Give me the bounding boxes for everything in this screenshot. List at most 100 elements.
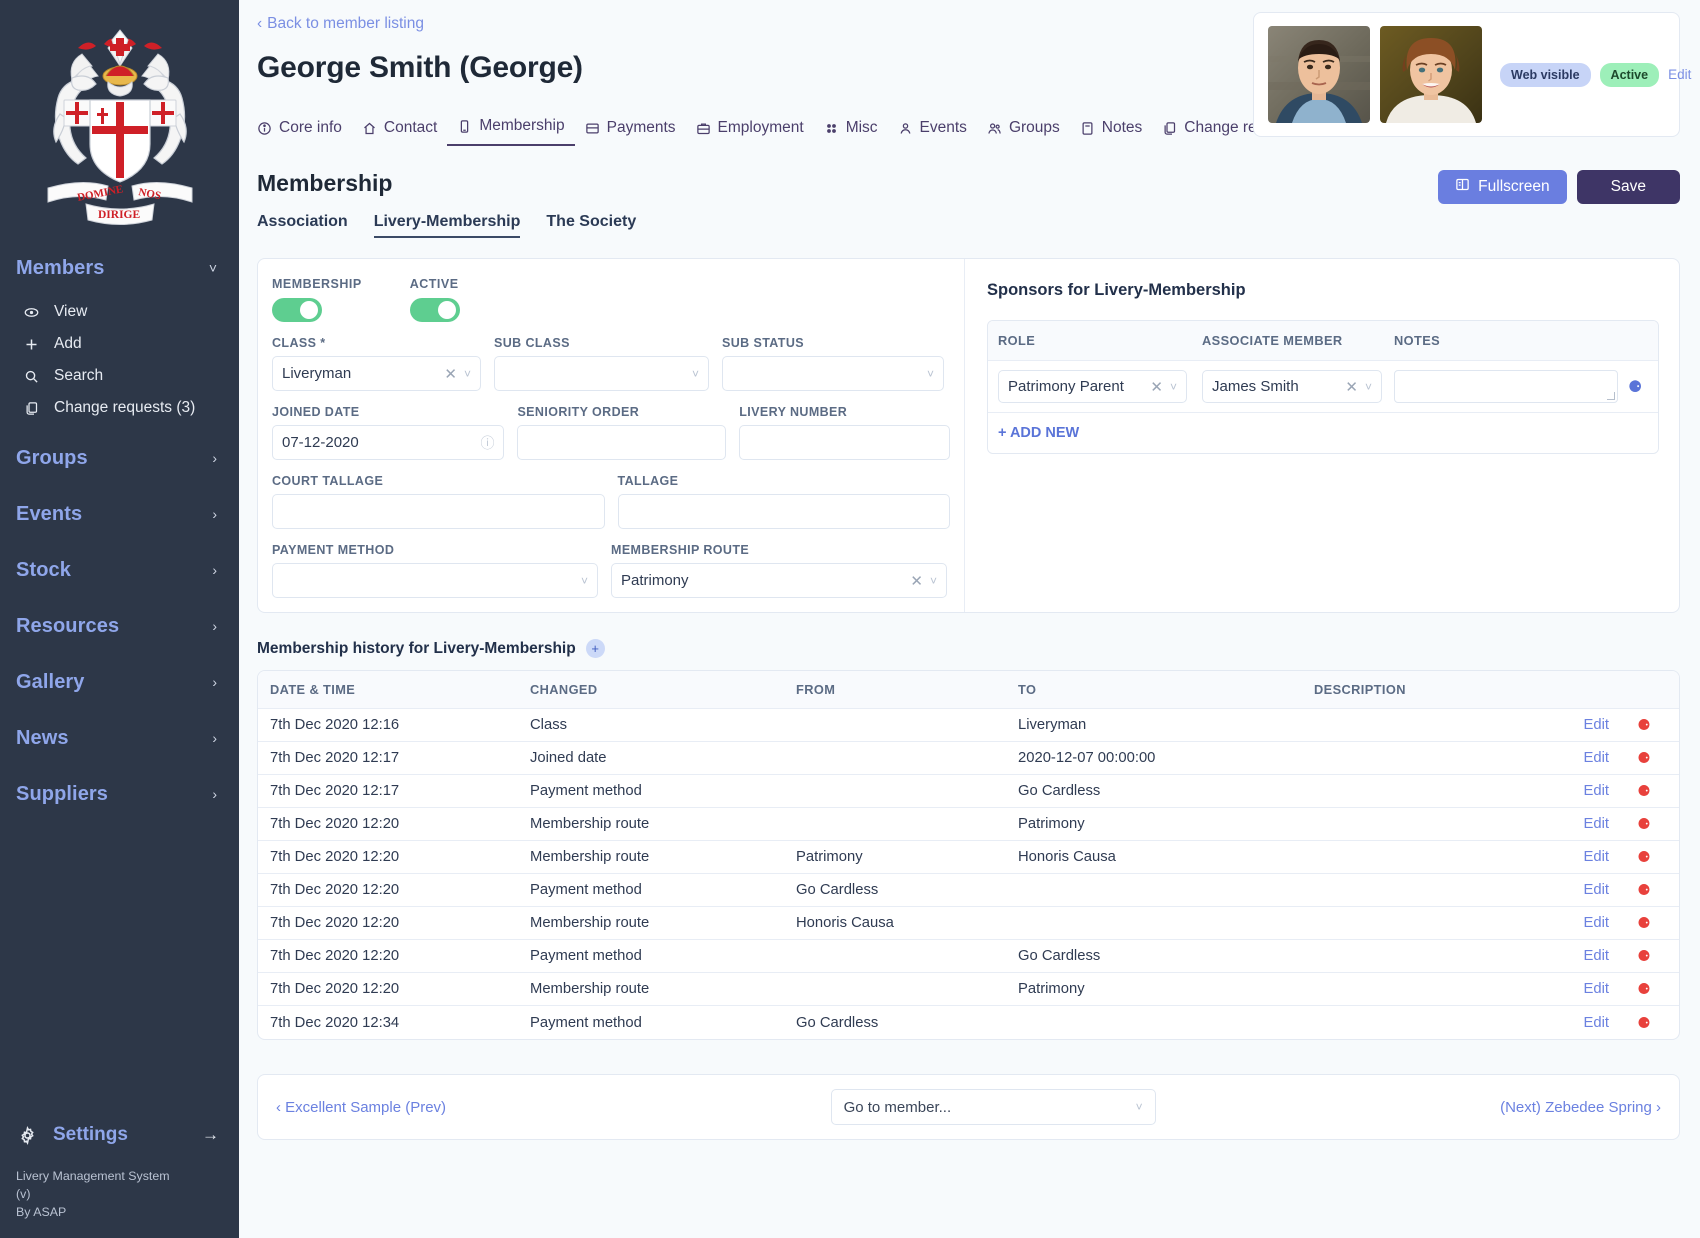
delete-circle-icon[interactable]: ⚈: [1637, 750, 1650, 767]
sponsor-associate-member-select[interactable]: James Smith ✕ ˅: [1202, 370, 1382, 403]
active-toggle[interactable]: [410, 298, 460, 322]
livery-number-input[interactable]: [739, 425, 950, 460]
clear-icon[interactable]: ✕: [910, 572, 923, 590]
delete-circle-icon[interactable]: ⚈: [1637, 882, 1650, 899]
sidebar-item-view[interactable]: View: [0, 296, 239, 328]
add-history-plus-icon[interactable]: +: [586, 639, 605, 658]
row-edit-link[interactable]: Edit: [1513, 849, 1609, 865]
tab-events[interactable]: Events: [888, 113, 977, 146]
prev-member-link[interactable]: ‹ Excellent Sample (Prev): [276, 1099, 446, 1116]
delete-circle-icon[interactable]: ⚈: [1637, 981, 1650, 998]
row-edit-link[interactable]: Edit: [1513, 915, 1609, 931]
cell-date-time: 7th Dec 2020 12:17: [258, 750, 530, 766]
col-changed: CHANGED: [530, 682, 796, 697]
sponsors-table-head: ROLE ASSOCIATE MEMBER NOTES: [988, 321, 1658, 361]
active-toggle-group: ACTIVE: [410, 277, 460, 322]
next-member-link[interactable]: (Next) Zebedee Spring ›: [1500, 1099, 1661, 1116]
tab-contact[interactable]: Contact: [352, 113, 447, 146]
member-photo-primary[interactable]: [1268, 26, 1370, 123]
status-badge-web-visible[interactable]: Web visible: [1500, 63, 1591, 87]
sidebar-group-news[interactable]: News ›: [0, 716, 239, 760]
cell-date-time: 7th Dec 2020 12:20: [258, 948, 530, 964]
membership-route-select[interactable]: Patrimony ✕ ˅: [611, 563, 947, 598]
tab-payments[interactable]: Payments: [575, 113, 686, 146]
cell-date-time: 7th Dec 2020 12:20: [258, 981, 530, 997]
tab-core-info[interactable]: Core info: [257, 113, 352, 146]
sidebar-group-stock[interactable]: Stock ›: [0, 548, 239, 592]
row-edit-link[interactable]: Edit: [1513, 717, 1609, 733]
court-tallage-input[interactable]: [272, 494, 605, 529]
sidebar-group-events[interactable]: Events ›: [0, 492, 239, 536]
row-edit-link[interactable]: Edit: [1513, 882, 1609, 898]
member-photo-secondary[interactable]: [1380, 26, 1482, 123]
clear-icon[interactable]: ✕: [444, 365, 457, 383]
sidebar-group-gallery[interactable]: Gallery ›: [0, 660, 239, 704]
edit-photos-link[interactable]: Edit: [1668, 67, 1691, 82]
go-to-member-select[interactable]: Go to member... ˅: [831, 1089, 1156, 1125]
sidebar-group-members[interactable]: Members ˅: [0, 246, 239, 290]
clear-icon[interactable]: ✕: [1150, 378, 1163, 396]
delete-circle-icon[interactable]: ⚈: [1637, 783, 1650, 800]
sidebar-group-groups[interactable]: Groups ›: [0, 436, 239, 480]
row-edit-link[interactable]: Edit: [1513, 948, 1609, 964]
back-to-member-listing-link[interactable]: ‹ Back to member listing: [257, 15, 424, 33]
seniority-order-input[interactable]: [517, 425, 726, 460]
row-edit-link[interactable]: Edit: [1513, 1015, 1609, 1031]
sponsors-panel: Sponsors for Livery-Membership ROLE ASSO…: [965, 259, 1679, 612]
delete-circle-icon[interactable]: ⚈: [1637, 1015, 1650, 1032]
row-edit-link[interactable]: Edit: [1513, 783, 1609, 799]
sidebar-group-resources[interactable]: Resources ›: [0, 604, 239, 648]
field-class: CLASS * Liveryman ✕ ˅: [272, 336, 481, 391]
sub-status-select[interactable]: ˅: [722, 356, 944, 391]
subtab-association[interactable]: Association: [257, 213, 348, 238]
field-label: TALLAGE: [618, 474, 951, 488]
sidebar-item-change-requests[interactable]: Change requests (3): [0, 392, 239, 424]
payment-method-select[interactable]: ˅: [272, 563, 598, 598]
delete-circle-icon[interactable]: ⚈: [1637, 948, 1650, 965]
chevron-right-icon: ›: [212, 563, 217, 577]
joined-date-input[interactable]: 07-12-2020 ⓘ: [272, 425, 504, 460]
sponsor-remove-icon[interactable]: ⚈: [1628, 377, 1642, 397]
tab-notes[interactable]: Notes: [1070, 113, 1153, 146]
fullscreen-label: Fullscreen: [1478, 178, 1550, 196]
sponsor-role-select[interactable]: Patrimony Parent ✕ ˅: [998, 370, 1187, 403]
row-edit-link[interactable]: Edit: [1513, 750, 1609, 766]
row-delete-cell: ⚈: [1609, 815, 1679, 833]
cell-to: Patrimony: [1018, 816, 1314, 832]
tab-membership[interactable]: Membership: [447, 111, 574, 146]
delete-circle-icon[interactable]: ⚈: [1637, 717, 1650, 734]
sponsor-notes-textarea[interactable]: [1394, 370, 1618, 403]
sidebar-group-suppliers[interactable]: Suppliers ›: [0, 772, 239, 816]
row-edit-link[interactable]: Edit: [1513, 816, 1609, 832]
sidebar: DOMINE NOS DIRIGE Members ˅ View: [0, 0, 239, 1238]
tab-groups[interactable]: Groups: [977, 113, 1070, 146]
subtab-the-society[interactable]: The Society: [546, 213, 636, 238]
sidebar-item-add[interactable]: Add: [0, 328, 239, 360]
save-button[interactable]: Save: [1577, 170, 1680, 204]
clear-circle-icon[interactable]: ⓘ: [480, 433, 494, 453]
arrow-right-icon[interactable]: →: [202, 1125, 219, 1145]
sponsors-add-new-button[interactable]: + ADD NEW: [988, 413, 1658, 453]
chevron-down-icon: ˅: [464, 367, 471, 381]
chevron-down-icon: ˅: [1365, 380, 1372, 394]
sub-class-select[interactable]: ˅: [494, 356, 709, 391]
cell-from: Honoris Causa: [796, 915, 1018, 931]
row-edit-link[interactable]: Edit: [1513, 981, 1609, 997]
sidebar-item-settings[interactable]: Settings →: [0, 1112, 239, 1158]
clear-icon[interactable]: ✕: [1345, 378, 1358, 396]
tab-label: Employment: [718, 119, 804, 137]
tab-employment[interactable]: Employment: [686, 113, 814, 146]
subtab-livery-membership[interactable]: Livery-Membership: [374, 213, 521, 238]
fullscreen-button[interactable]: Fullscreen: [1438, 170, 1567, 204]
table-row: 7th Dec 2020 12:20 Membership route Patr…: [258, 973, 1679, 1006]
tallage-input[interactable]: [618, 494, 951, 529]
tab-misc[interactable]: Misc: [814, 113, 888, 146]
delete-circle-icon[interactable]: ⚈: [1637, 816, 1650, 833]
delete-circle-icon[interactable]: ⚈: [1637, 915, 1650, 932]
back-link-label: Back to member listing: [267, 15, 424, 33]
status-badge-active[interactable]: Active: [1600, 63, 1660, 87]
sidebar-item-search[interactable]: Search: [0, 360, 239, 392]
membership-toggle[interactable]: [272, 298, 322, 322]
class-select[interactable]: Liveryman ✕ ˅: [272, 356, 481, 391]
delete-circle-icon[interactable]: ⚈: [1637, 849, 1650, 866]
